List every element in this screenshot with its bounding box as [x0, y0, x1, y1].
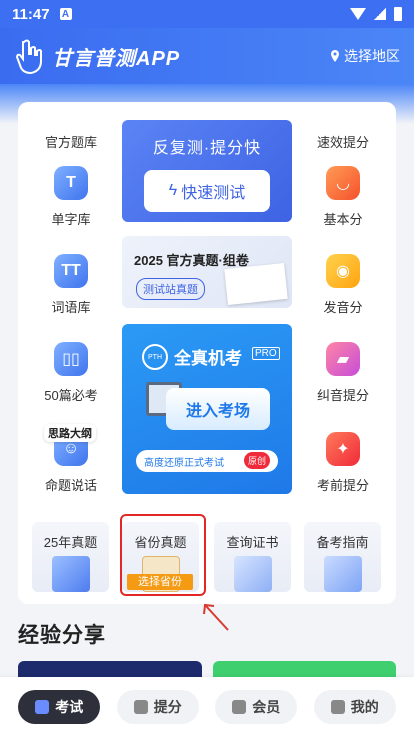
paper-image	[224, 262, 288, 306]
correction-item[interactable]: ▰ 纠音提分	[308, 342, 378, 404]
bottom-tab-bar: 考试 提分 会员 我的	[0, 677, 414, 736]
status-time: 11:47	[12, 5, 50, 23]
basic-score-item[interactable]: ◡ 基本分	[308, 166, 378, 228]
region-label: 选择地区	[344, 48, 400, 64]
tag-icon: ✦	[326, 432, 360, 466]
tab-member[interactable]: 会员	[215, 689, 298, 724]
battery-icon	[394, 7, 402, 21]
original-badge: 原创	[244, 452, 271, 469]
tab-me[interactable]: 我的	[313, 689, 396, 724]
word-bank-item[interactable]: TT 词语库	[36, 254, 106, 316]
play-icon	[133, 699, 148, 714]
pointer-arrow	[203, 603, 229, 631]
tab-label: 提分	[153, 698, 182, 715]
fifty-passages-item[interactable]: ▯▯ 50篇必考	[36, 342, 106, 404]
outline-tag: 思路大纲	[44, 424, 96, 442]
lightning-icon: ϟ	[168, 182, 178, 199]
quick-test-banner[interactable]: 反复测·提分快 ϟ 快速测试	[122, 120, 292, 222]
item-label: 50篇必考	[44, 388, 98, 403]
select-region-button[interactable]: 选择地区	[330, 46, 400, 66]
exam-icon	[35, 699, 50, 714]
item-label: 词语库	[51, 300, 91, 315]
item-label: 纠音提分	[316, 388, 369, 403]
right-column-title: 速效提分	[316, 135, 369, 150]
single-char-icon: T	[54, 166, 88, 200]
clipboard-icon	[52, 556, 90, 592]
location-pin-icon	[331, 50, 339, 62]
test-station-button[interactable]: 测试站真题	[136, 278, 205, 300]
user-icon	[330, 699, 345, 714]
certificate-stamp-icon	[234, 556, 272, 592]
pre-exam-item[interactable]: ✦ 考前提分	[308, 432, 378, 494]
tab-exam[interactable]: 考试	[18, 689, 101, 724]
sound-icon: ◉	[326, 254, 360, 288]
tab-label: 会员	[252, 698, 281, 715]
mock-exam-title: 全真机考	[174, 349, 242, 368]
guide-book-icon	[324, 556, 362, 592]
quick-test-title: 反复测·提分快	[152, 140, 262, 157]
mock-exam-banner[interactable]: PTH 全真机考 PRO 进入考场 高度还原正式考试 原创	[122, 324, 292, 494]
app-header: 甘言普测APP 选择地区	[0, 28, 414, 84]
tile-exam-guide[interactable]: 备考指南	[304, 522, 381, 592]
official-papers-title: 2025 官方真题·组卷	[134, 253, 249, 268]
tile-certificate[interactable]: 查询证书	[214, 522, 291, 592]
lips-icon: ◡	[326, 166, 360, 200]
tile-label: 备考指南	[316, 535, 369, 550]
book-icon: ▯▯	[54, 342, 88, 376]
tab-label: 考试	[55, 698, 84, 715]
wifi-icon	[350, 8, 366, 20]
single-char-bank-item[interactable]: T 单字库	[36, 166, 106, 228]
crown-icon	[232, 699, 247, 714]
item-label: 发音分	[323, 300, 363, 315]
pronunciation-score-item[interactable]: ◉ 发音分	[308, 254, 378, 316]
app-title: 甘言普测APP	[52, 47, 181, 70]
enter-exam-button[interactable]: 进入考场	[166, 388, 270, 430]
tile-label: 25年真题	[43, 535, 98, 550]
hand-logo-icon	[15, 39, 42, 74]
word-icon: TT	[54, 254, 88, 288]
item-label: 单字库	[51, 212, 91, 227]
official-papers-banner[interactable]: 2025 官方真题·组卷 测试站真题	[122, 236, 292, 308]
quick-test-button[interactable]: ϟ 快速测试	[144, 170, 270, 212]
tab-improve[interactable]: 提分	[116, 689, 199, 724]
highlight-box	[120, 514, 206, 596]
signal-icon	[374, 8, 386, 20]
tile-label: 查询证书	[226, 535, 279, 550]
tab-label: 我的	[350, 698, 379, 715]
pth-badge: PTH	[142, 344, 168, 370]
left-column-title: 官方题库	[44, 135, 97, 150]
notification-icon: A	[59, 8, 72, 20]
status-bar: 11:47 A	[0, 0, 414, 28]
main-card: 官方题库 速效提分 T 单字库 TT 词语库 ▯▯ 50篇必考 思路大纲 ☺ 命…	[18, 102, 396, 604]
quick-test-label: 快速测试	[181, 185, 246, 202]
item-label: 基本分	[323, 212, 363, 227]
pro-badge: PRO	[252, 347, 280, 360]
tile-2025-papers[interactable]: 25年真题	[32, 522, 109, 592]
item-label: 命题说话	[44, 478, 97, 493]
section-title: 经验分享	[18, 624, 106, 647]
item-label: 考前提分	[316, 478, 369, 493]
eraser-icon: ▰	[326, 342, 360, 376]
